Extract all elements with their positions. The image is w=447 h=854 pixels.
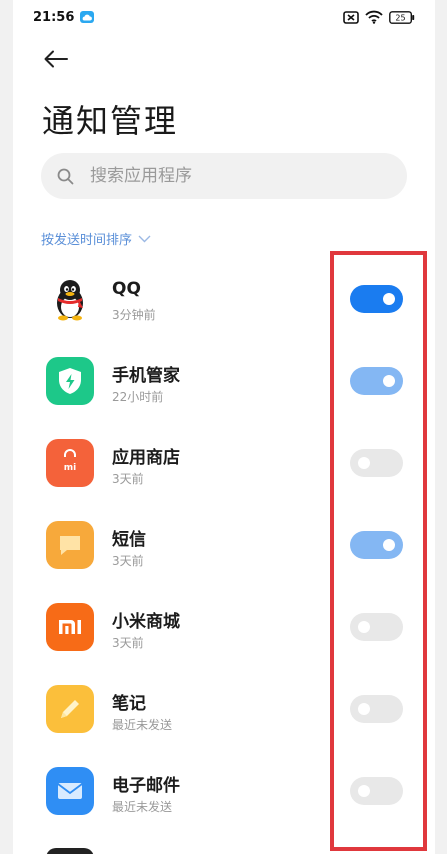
app-name: 笔记 [112, 694, 146, 714]
mi-logo-icon [46, 603, 94, 651]
list-item[interactable]: 电子邮件 最近未发送 [0, 750, 447, 832]
list-item[interactable]: 小米商城 3天前 [0, 586, 447, 668]
app-last-sent: 22小时前 [112, 390, 164, 404]
status-left: 21:56 [33, 9, 95, 25]
list-item[interactable]: mi 应用商店 3天前 [0, 422, 447, 504]
cloud-icon [80, 11, 95, 23]
partial-app-icon [46, 848, 94, 854]
app-last-sent: 3天前 [112, 636, 144, 650]
notification-toggle[interactable] [350, 285, 403, 313]
app-last-sent: 3天前 [112, 554, 144, 568]
app-name: 短信 [112, 530, 146, 550]
chevron-down-icon [138, 235, 151, 242]
list-item[interactable]: 短信 3天前 [0, 504, 447, 586]
back-arrow-icon [44, 50, 68, 68]
back-button[interactable] [38, 44, 74, 74]
status-time: 21:56 [33, 9, 75, 25]
notes-icon [46, 685, 94, 733]
toggle-knob [358, 785, 370, 797]
battery-level: 25 [395, 13, 405, 22]
wifi-icon [365, 10, 383, 24]
app-last-sent: 最近未发送 [112, 800, 173, 814]
search-bar[interactable] [41, 153, 407, 199]
toggle-knob [383, 539, 395, 551]
list-item[interactable]: QQ 3分钟前 [0, 258, 447, 340]
app-name: 小米商城 [112, 612, 180, 632]
app-last-sent: 最近未发送 [112, 718, 173, 732]
status-bar: 21:56 25 [13, 0, 435, 34]
app-list: QQ 3分钟前 手机管家 22小时前 mi 应用商店 3天前 短信 3天前 小米… [0, 258, 447, 832]
toggle-knob [383, 375, 395, 387]
notification-toggle[interactable] [350, 777, 403, 805]
message-icon [46, 521, 94, 569]
list-item[interactable]: 笔记 最近未发送 [0, 668, 447, 750]
notification-toggle[interactable] [350, 531, 403, 559]
shopping-bag-icon: mi [46, 439, 94, 487]
sort-label: 按发送时间排序 [41, 233, 133, 248]
toggle-knob [383, 293, 395, 305]
page-title: 通知管理 [42, 102, 179, 140]
sort-dropdown[interactable]: 按发送时间排序 [41, 229, 151, 248]
notification-toggle[interactable] [350, 613, 403, 641]
toggle-knob [358, 621, 370, 633]
notification-toggle[interactable] [350, 695, 403, 723]
status-right: 25 [343, 10, 415, 24]
notification-toggle[interactable] [350, 367, 403, 395]
search-icon [57, 168, 74, 184]
no-sim-icon [343, 10, 359, 24]
search-input[interactable] [88, 165, 372, 187]
app-last-sent: 3天前 [112, 472, 144, 486]
list-item[interactable]: 手机管家 22小时前 [0, 340, 447, 422]
toggle-knob [358, 457, 370, 469]
qq-penguin-icon [46, 275, 94, 323]
battery-icon: 25 [389, 10, 415, 24]
notification-management-screen: 21:56 25 通知管理 搜索应用程序 按发送时间排序 QQ 3分钟前 手机管… [0, 0, 447, 854]
security-shield-icon [46, 357, 94, 405]
app-name: 手机管家 [112, 366, 180, 386]
app-name: 应用商店 [112, 448, 180, 468]
app-last-sent: 3分钟前 [112, 308, 156, 322]
toggle-knob [358, 703, 370, 715]
email-icon [46, 767, 94, 815]
app-name: QQ [112, 279, 141, 299]
svg-text:mi: mi [64, 463, 76, 473]
app-name: 电子邮件 [112, 776, 180, 796]
notification-toggle[interactable] [350, 449, 403, 477]
